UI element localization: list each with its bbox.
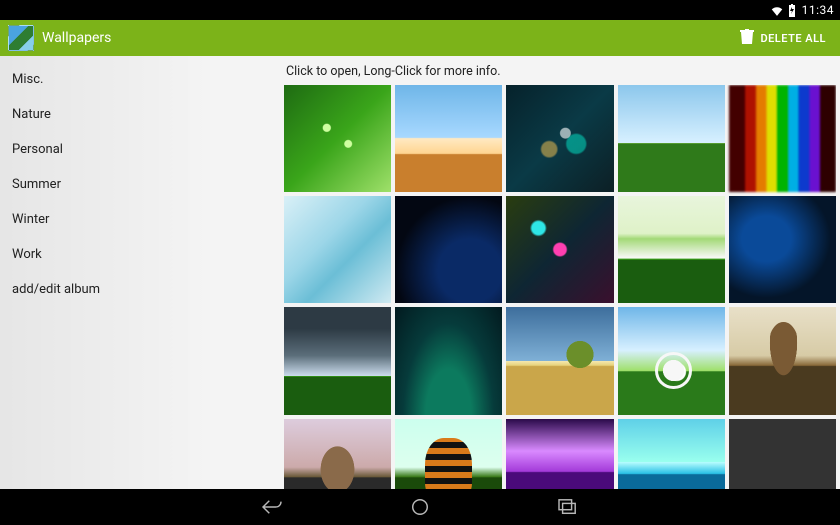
wallpaper-grid	[284, 85, 836, 489]
wallpaper-thumb[interactable]	[506, 307, 613, 414]
sidebar-item-winter[interactable]: Winter	[0, 202, 280, 237]
wallpaper-thumb[interactable]	[395, 196, 502, 303]
sidebar-item-personal[interactable]: Personal	[0, 132, 280, 167]
sidebar-item-addedit[interactable]: add/edit album	[0, 272, 280, 307]
wallpaper-thumb[interactable]	[729, 307, 836, 414]
sidebar-item-misc[interactable]: Misc.	[0, 62, 280, 97]
wifi-icon	[770, 4, 784, 16]
wallpaper-thumb[interactable]	[284, 85, 391, 192]
wallpaper-thumb[interactable]	[395, 85, 502, 192]
wallpaper-thumb[interactable]	[284, 307, 391, 414]
delete-all-button[interactable]: DELETE ALL	[734, 25, 832, 52]
wallpaper-thumb[interactable]	[729, 419, 836, 489]
navigation-bar	[0, 489, 840, 525]
main-panel: Click to open, Long-Click for more info.	[280, 56, 840, 489]
home-button[interactable]	[406, 493, 434, 521]
sidebar-item-work[interactable]: Work	[0, 237, 280, 272]
wallpaper-thumb[interactable]	[395, 419, 502, 489]
wallpaper-thumb[interactable]	[506, 196, 613, 303]
app-icon[interactable]	[8, 25, 34, 51]
wallpaper-thumb[interactable]	[618, 196, 725, 303]
wallpaper-thumb[interactable]	[284, 419, 391, 489]
wallpaper-thumb[interactable]	[506, 419, 613, 489]
wallpaper-thumb[interactable]	[729, 196, 836, 303]
wallpaper-thumb[interactable]	[395, 307, 502, 414]
status-bar: 11:34	[0, 0, 840, 20]
back-button[interactable]	[258, 493, 286, 521]
page-title: Wallpapers	[42, 30, 111, 46]
content-area: Misc. Nature Personal Summer Winter Work…	[0, 56, 840, 489]
wallpaper-thumb[interactable]	[618, 419, 725, 489]
wallpaper-thumb[interactable]	[618, 307, 725, 414]
wallpaper-thumb[interactable]	[729, 85, 836, 192]
recents-button[interactable]	[554, 493, 582, 521]
hint-text: Click to open, Long-Click for more info.	[284, 60, 836, 85]
sidebar-item-summer[interactable]: Summer	[0, 167, 280, 202]
status-time: 11:34	[802, 3, 834, 17]
wallpaper-thumb[interactable]	[618, 85, 725, 192]
trash-icon	[740, 29, 754, 48]
wallpaper-thumb[interactable]	[506, 85, 613, 192]
delete-all-label: DELETE ALL	[760, 32, 826, 45]
battery-charging-icon	[788, 4, 796, 17]
action-bar: Wallpapers DELETE ALL	[0, 20, 840, 56]
sidebar-item-nature[interactable]: Nature	[0, 97, 280, 132]
sidebar: Misc. Nature Personal Summer Winter Work…	[0, 56, 280, 489]
wallpaper-thumb[interactable]	[284, 196, 391, 303]
